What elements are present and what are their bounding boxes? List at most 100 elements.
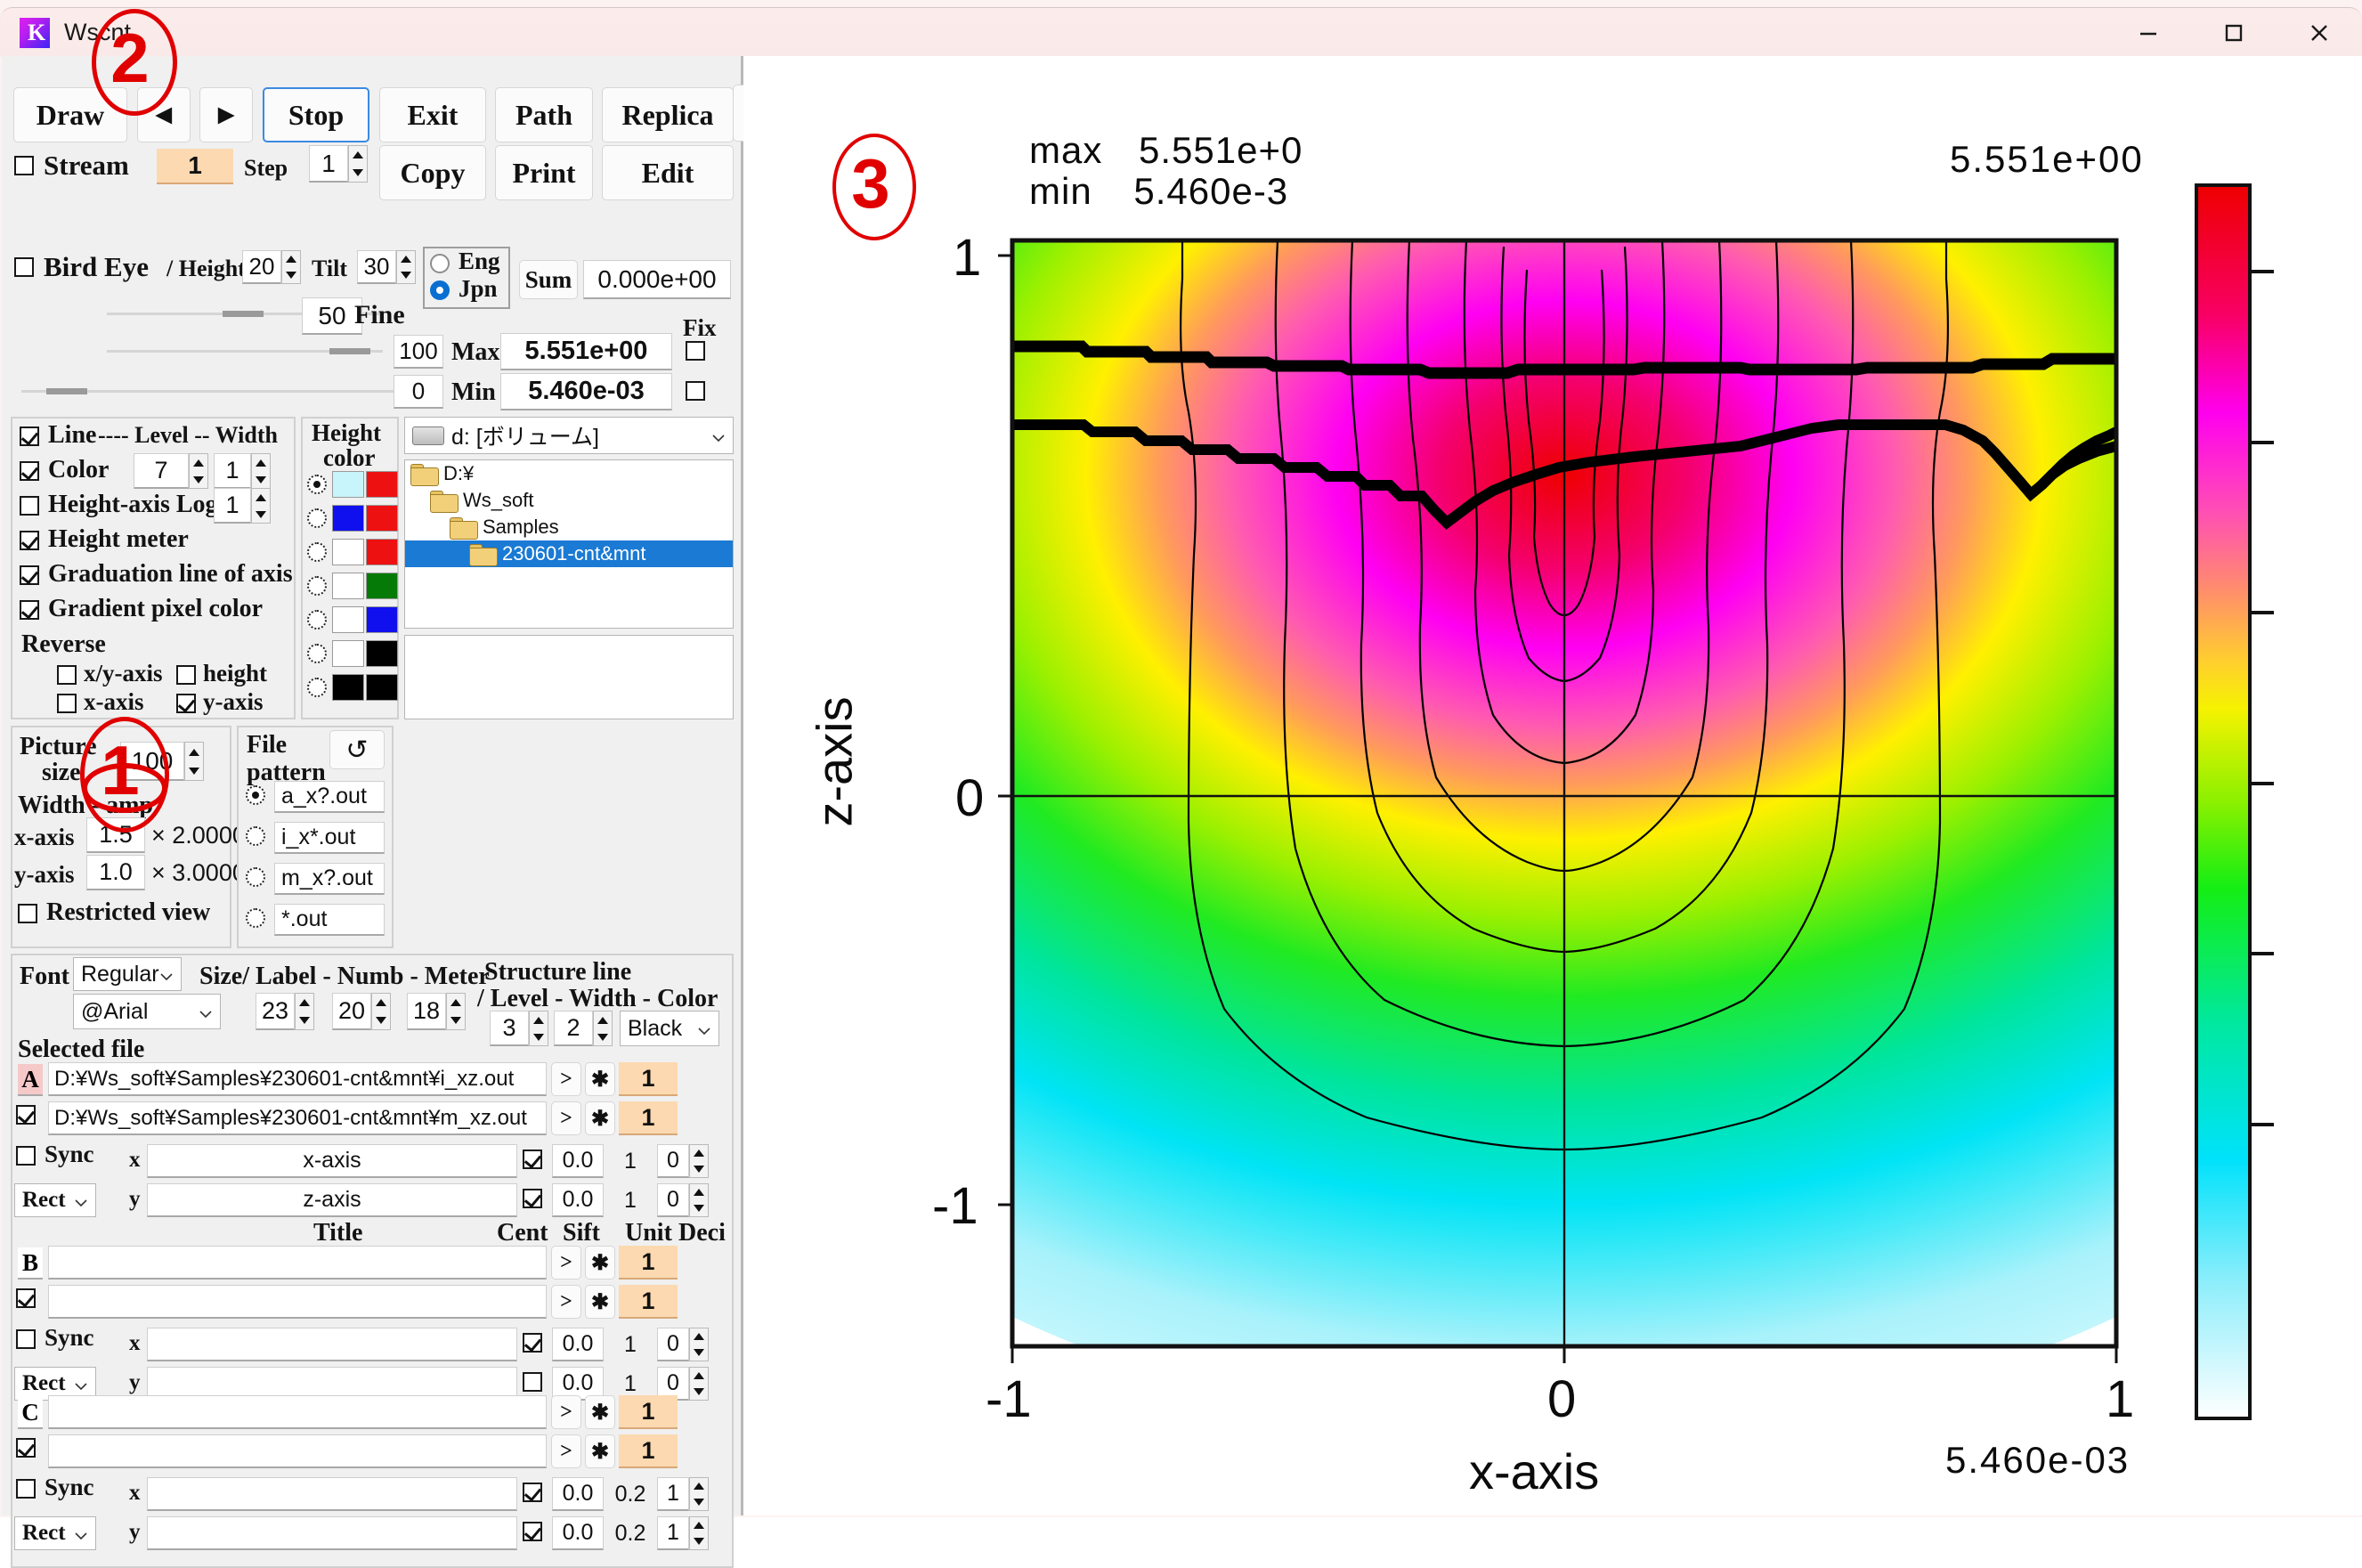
height-color-high-swatch[interactable] [366,640,398,667]
file-enable-checkbox[interactable] [16,1288,36,1308]
y-axis-amp-input[interactable]: 1.0 [86,855,145,890]
height-color-low-swatch[interactable] [332,471,364,498]
deci-value-secondary[interactable]: 1 [619,1285,678,1319]
height-color-high-swatch[interactable] [366,539,398,565]
tree-item[interactable]: Ws_soft [405,487,733,514]
jpn-radio[interactable] [430,280,450,300]
height-color-high-swatch[interactable] [366,471,398,498]
height-color-radio[interactable] [307,508,327,528]
browse-button[interactable]: > [551,1434,581,1468]
slider-track-3[interactable] [21,388,413,394]
structure-level-input[interactable]: 3 [490,1011,529,1046]
height-axis-log-input[interactable]: 1 [214,488,251,524]
y-deci-spinner[interactable] [689,1516,709,1550]
x-deci-input[interactable]: 0 [657,1144,689,1178]
file-pattern-label[interactable]: m_x?.out [274,863,385,895]
y-unit-input[interactable]: 1 [605,1183,655,1217]
height-color-radio[interactable] [307,610,327,630]
reverse-height-checkbox[interactable] [176,665,196,685]
wildcard-button[interactable]: ✱ [585,1434,615,1468]
height-meter-checkbox[interactable] [20,531,39,550]
y-unit-input[interactable]: 0.2 [605,1516,655,1550]
wildcard-button[interactable]: ✱ [585,1395,615,1429]
step-value[interactable]: 1 [309,145,348,183]
file-pattern-radio[interactable] [246,867,265,887]
step-spinner[interactable] [348,145,368,183]
sum-button[interactable]: Sum [519,260,578,299]
close-button[interactable] [2277,8,2362,57]
file-pattern-label[interactable]: i_x*.out [274,822,385,854]
file-pattern-radio[interactable] [246,785,265,805]
y-cent-checkbox[interactable] [523,1189,542,1208]
replica-button[interactable]: Replica [602,87,734,142]
height-color-radio[interactable] [307,542,327,562]
file-group-tag[interactable]: C [18,1397,43,1429]
height-color-high-swatch[interactable] [366,573,398,599]
y-deci-input[interactable]: 0 [657,1183,689,1217]
file-group-tag[interactable]: B [18,1247,43,1280]
font-weight-select[interactable]: Regular [73,957,182,991]
browse-button[interactable]: > [551,1395,581,1429]
line-checkbox[interactable] [20,427,39,446]
size-meter-spinner[interactable] [446,993,466,1030]
height-color-low-swatch[interactable] [332,573,364,599]
maximize-button[interactable] [2191,8,2277,57]
x-deci-spinner[interactable] [689,1477,709,1511]
reverse-y-checkbox[interactable] [176,694,196,713]
color-level-spinner[interactable] [189,453,208,489]
height-axis-log-spinner[interactable] [251,488,271,524]
tree-item[interactable]: 230601-cnt&mnt [405,540,733,567]
height-color-high-swatch[interactable] [366,505,398,532]
restricted-view-checkbox[interactable] [18,904,37,923]
height-axis-log-checkbox[interactable] [20,496,39,516]
y-deci-spinner[interactable] [689,1367,709,1401]
max-value[interactable]: 5.551e+00 [500,333,672,370]
height-color-radio[interactable] [307,644,327,663]
file-path-primary[interactable] [48,1246,547,1280]
height-color-low-swatch[interactable] [332,640,364,667]
x-unit-input[interactable]: 1 [605,1144,655,1178]
copy-button[interactable]: Copy [379,145,486,200]
browse-button[interactable]: > [551,1246,581,1280]
y-sift-input[interactable]: 0.0 [552,1183,604,1217]
wildcard-button[interactable]: ✱ [585,1062,615,1096]
shape-select[interactable]: Rect [14,1183,96,1217]
fix-max-checkbox[interactable] [686,341,705,361]
file-pattern-label[interactable]: *.out [274,904,385,936]
stream-value[interactable]: 1 [157,149,233,184]
print-button[interactable]: Print [495,145,593,200]
x-sift-input[interactable]: 0.0 [552,1144,604,1178]
wildcard-button[interactable]: ✱ [585,1285,615,1319]
font-family-select[interactable]: @Arial [73,994,221,1029]
x-unit-input[interactable]: 0.2 [605,1477,655,1511]
file-path-primary[interactable]: D:¥Ws_soft¥Samples¥230601-cnt&mnt¥i_xz.o… [48,1062,547,1096]
shape-select[interactable]: Rect [14,1516,96,1550]
stream-checkbox[interactable] [14,156,34,175]
deci-value-primary[interactable]: 1 [619,1246,678,1280]
folder-tree[interactable]: D:¥ Ws_soft Samples 230601-cnt&mnt [404,459,734,629]
y-title-input[interactable] [147,1516,517,1550]
max-percent[interactable]: 100 [394,335,443,369]
reverse-xy-checkbox[interactable] [57,665,77,685]
height-value[interactable]: 20 [242,250,281,284]
structure-width-spinner[interactable] [593,1011,613,1046]
height-color-high-swatch[interactable] [366,674,398,701]
structure-width-input[interactable]: 2 [554,1011,593,1046]
sync-checkbox[interactable] [16,1146,36,1166]
file-group-tag[interactable]: A [18,1064,43,1096]
height-color-high-swatch[interactable] [366,606,398,633]
color-level-input[interactable]: 7 [134,453,189,489]
x-unit-input[interactable]: 1 [605,1328,655,1361]
file-path-secondary[interactable]: D:¥Ws_soft¥Samples¥230601-cnt&mnt¥m_xz.o… [48,1101,547,1135]
gradient-pixel-checkbox[interactable] [20,600,39,620]
file-enable-checkbox[interactable] [16,1438,36,1458]
file-path-secondary[interactable] [48,1285,547,1319]
deci-value-primary[interactable]: 1 [619,1395,678,1429]
x-title-input[interactable] [147,1328,517,1361]
size-label-input[interactable]: 23 [256,993,295,1030]
minimize-button[interactable] [2106,8,2191,57]
browse-button[interactable]: > [551,1101,581,1135]
edit-button[interactable]: Edit [602,145,734,200]
x-sift-input[interactable]: 0.0 [552,1477,604,1511]
y-title-input[interactable]: z-axis [147,1183,517,1217]
